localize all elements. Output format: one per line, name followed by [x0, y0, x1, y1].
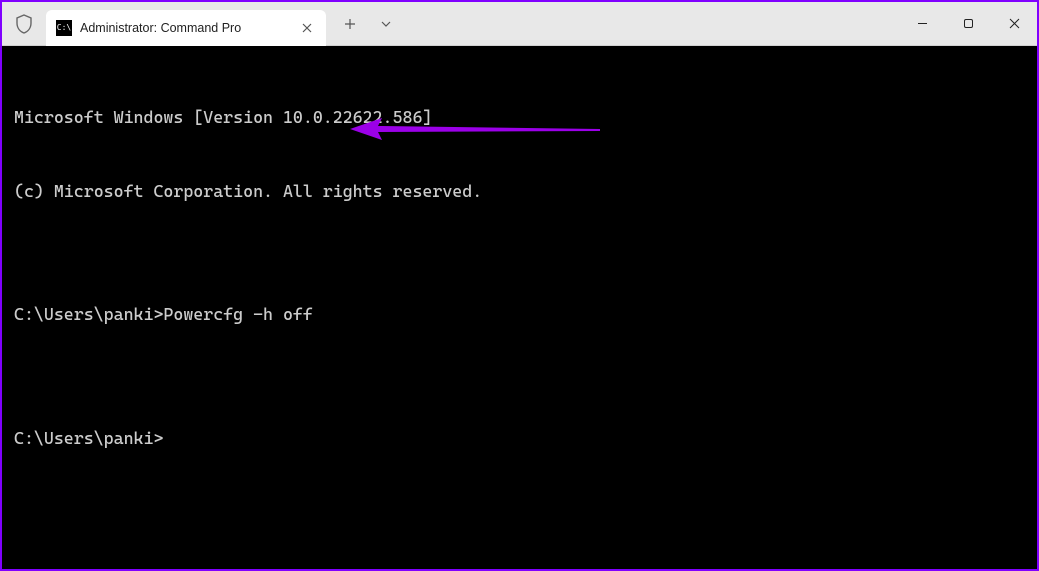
terminal-area[interactable]: Microsoft Windows [Version 10.0.22622.58… [2, 46, 1037, 569]
prompt-path: C:\Users\panki> [14, 304, 163, 324]
maximize-button[interactable] [945, 2, 991, 46]
prompt-command: Powercfg -h off [163, 304, 312, 324]
terminal-output-line: (c) Microsoft Corporation. All rights re… [14, 179, 1025, 204]
titlebar: C:\ Administrator: Command Pro [2, 2, 1037, 46]
window-controls [899, 2, 1037, 46]
minimize-button[interactable] [899, 2, 945, 46]
prompt-path: C:\Users\panki> [14, 428, 163, 448]
terminal-prompt-line: C:\Users\panki>Powercfg -h off [14, 302, 1025, 327]
tab-active[interactable]: C:\ Administrator: Command Pro [46, 10, 326, 46]
tab-title: Administrator: Command Pro [80, 21, 290, 35]
terminal-prompt-line: C:\Users\panki> [14, 426, 1025, 451]
new-tab-button[interactable] [334, 8, 366, 40]
cmd-icon: C:\ [56, 20, 72, 36]
tabbar-actions [334, 8, 402, 40]
tab-dropdown-button[interactable] [370, 8, 402, 40]
shield-icon [2, 2, 46, 46]
terminal-output-line: Microsoft Windows [Version 10.0.22622.58… [14, 105, 1025, 130]
tab-close-button[interactable] [298, 19, 316, 37]
close-button[interactable] [991, 2, 1037, 46]
